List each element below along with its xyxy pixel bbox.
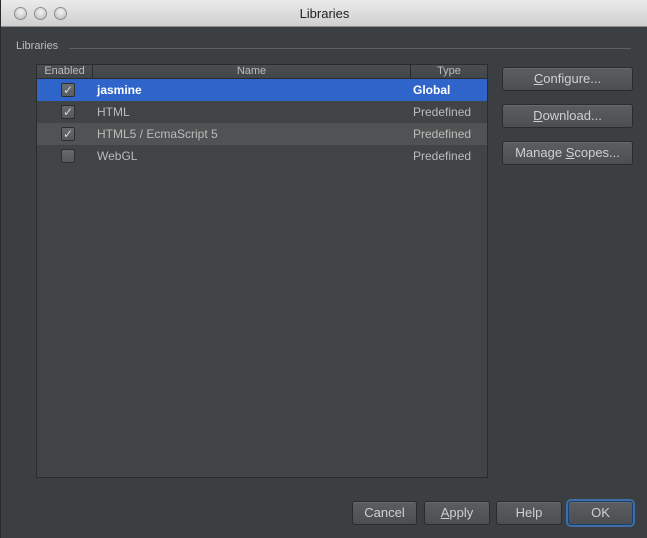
library-name: HTML — [97, 105, 130, 119]
table-row[interactable]: ✓ HTML Predefined — [37, 101, 487, 123]
window-title: Libraries — [299, 6, 350, 21]
apply-button[interactable]: Apply — [424, 501, 490, 525]
configure-mnemonic: C — [533, 71, 544, 86]
column-header-type[interactable]: Type — [411, 65, 487, 79]
title-bar: Libraries — [1, 0, 647, 27]
group-label: Libraries — [16, 40, 59, 52]
checkbox-enabled[interactable]: ✓ — [61, 105, 75, 119]
table-row[interactable]: WebGL Predefined — [37, 145, 487, 167]
column-header-enabled[interactable]: Enabled — [37, 65, 93, 79]
manage-scopes-label: copes... — [574, 145, 620, 160]
library-type: Predefined — [413, 105, 472, 119]
download-mnemonic: D — [533, 108, 543, 123]
table-header: Enabled Name Type — [37, 65, 487, 79]
download-label: ownload... — [542, 108, 602, 123]
configure-button[interactable]: Configure... — [502, 67, 633, 91]
library-type: Global — [413, 83, 451, 97]
checkbox-disabled[interactable] — [61, 149, 75, 163]
library-name: HTML5 / EcmaScript 5 — [97, 127, 218, 141]
cancel-button[interactable]: Cancel — [352, 501, 417, 525]
library-type: Predefined — [413, 127, 472, 141]
apply-label: pply — [449, 505, 474, 520]
table-row[interactable]: ✓ jasmine Global — [37, 79, 487, 101]
library-name: WebGL — [97, 149, 138, 163]
manage-scopes-button[interactable]: Manage Scopes... — [502, 141, 633, 165]
table-row[interactable]: ✓ HTML5 / EcmaScript 5 Predefined — [37, 123, 487, 145]
checkbox-enabled[interactable]: ✓ — [61, 127, 75, 141]
download-button[interactable]: Download... — [502, 104, 633, 128]
libraries-table[interactable]: Enabled Name Type ✓ jasmine Global ✓ HTM… — [36, 64, 488, 478]
group-divider — [69, 48, 631, 49]
help-button[interactable]: Help — [496, 501, 562, 525]
libraries-dialog: Libraries Libraries Enabled Name Type ✓ … — [0, 0, 647, 538]
column-header-name[interactable]: Name — [93, 65, 411, 79]
library-name: jasmine — [97, 83, 142, 97]
manage-scopes-pre: Manage — [515, 145, 566, 160]
configure-label: onfigure... — [543, 71, 602, 86]
checkbox-enabled[interactable]: ✓ — [61, 83, 75, 97]
library-type: Predefined — [413, 149, 472, 163]
ok-button[interactable]: OK — [568, 501, 633, 525]
